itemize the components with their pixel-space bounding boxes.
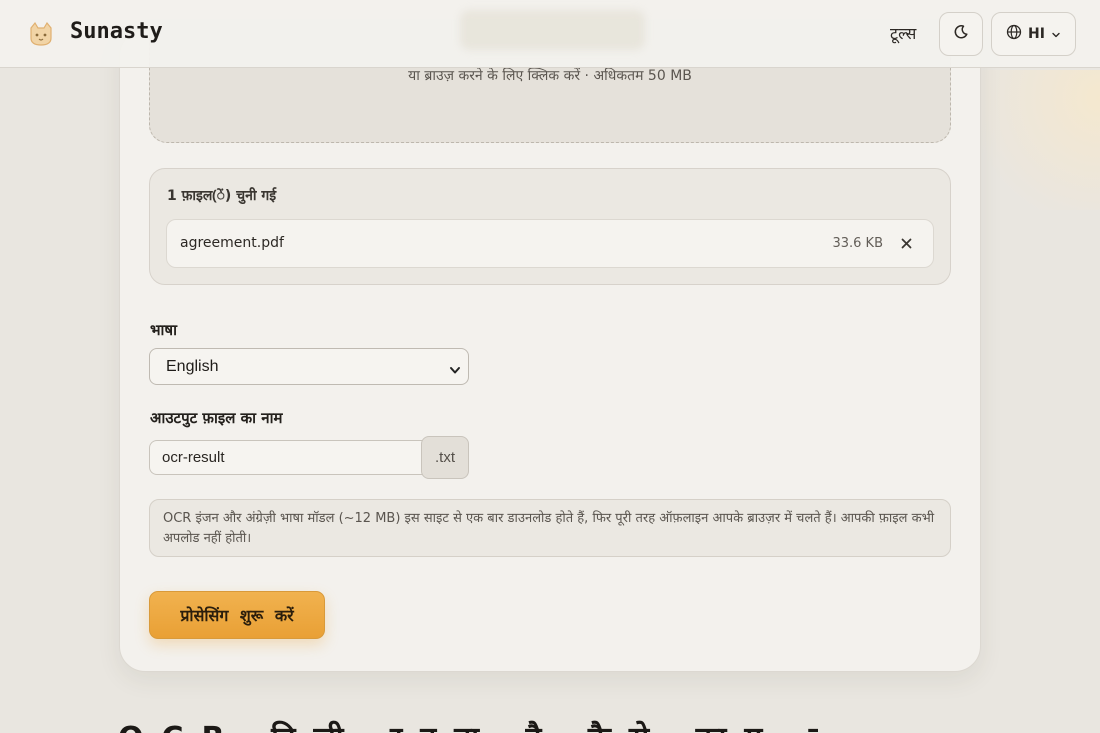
- language-switch-button[interactable]: HI: [991, 12, 1076, 56]
- start-processing-button[interactable]: प्रोसेसिंग शुरू करें: [149, 591, 325, 639]
- language-selected-value: English: [166, 358, 219, 375]
- offline-info-note: OCR इंजन और अंग्रेज़ी भाषा मॉडल (~12 MB)…: [149, 499, 951, 557]
- file-name: agreement.pdf: [180, 235, 284, 251]
- chevron-down-icon: [449, 361, 461, 374]
- dropzone-hint: या ब्राउज़ करने के लिए क्लिक करें · अधिक…: [408, 68, 692, 84]
- section-heading-text: OCR निजी रहता है कैसे काम करता है: [118, 716, 818, 733]
- moon-icon: [953, 24, 969, 44]
- theme-toggle-button[interactable]: [939, 12, 983, 56]
- top-header: Sunasty टूल्स HI: [0, 0, 1100, 68]
- file-extension-tag: .txt: [421, 436, 469, 479]
- chevron-down-icon: [1051, 25, 1061, 44]
- language-select[interactable]: English: [149, 348, 469, 385]
- section-heading: OCR निजी रहता है कैसे काम करता है: [118, 716, 818, 733]
- close-icon[interactable]: [899, 236, 913, 250]
- nav-tools-link[interactable]: टूल्स: [890, 22, 916, 44]
- file-list-item: agreement.pdf 33.6 KB: [166, 219, 934, 268]
- language-label: भाषा: [150, 321, 177, 339]
- output-filename-input[interactable]: [149, 440, 423, 475]
- globe-icon: [1006, 24, 1022, 44]
- header-decorative-blur: [460, 10, 645, 50]
- language-code: HI: [1028, 26, 1045, 42]
- file-size: 33.6 KB: [832, 236, 883, 251]
- files-count-label: 1 फ़ाइल(ें) चुनी गई: [167, 188, 277, 204]
- output-name-label: आउटपुट फ़ाइल का नाम: [150, 409, 283, 427]
- brand-name[interactable]: Sunasty: [70, 19, 163, 44]
- cat-logo-icon[interactable]: [26, 19, 56, 49]
- selected-files-panel: 1 फ़ाइल(ें) चुनी गई agreement.pdf 33.6 K…: [149, 168, 951, 285]
